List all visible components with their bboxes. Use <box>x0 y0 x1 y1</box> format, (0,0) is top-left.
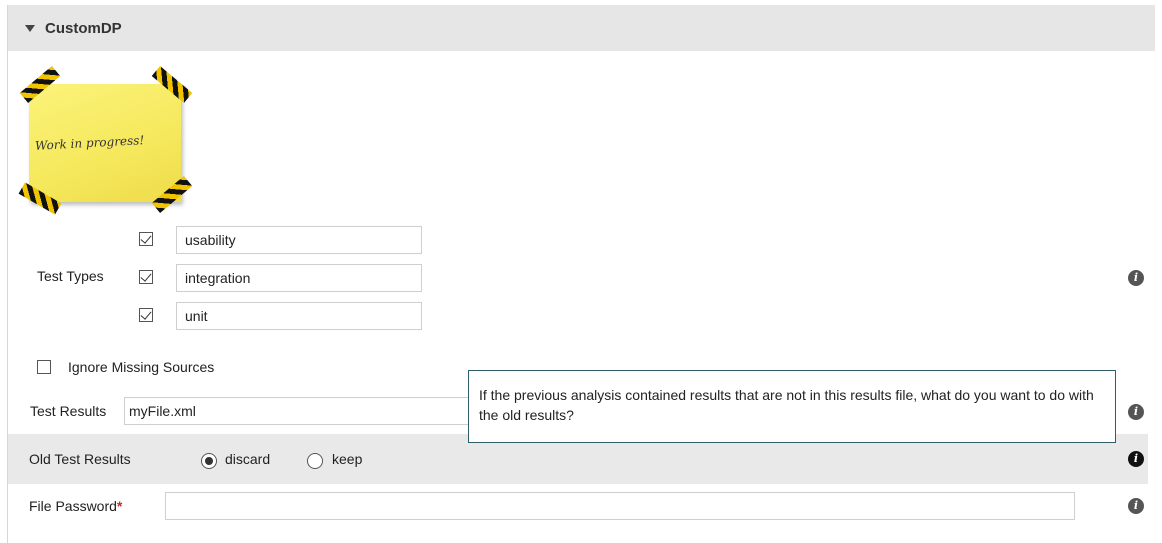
radio-keep-label: keep <box>332 451 363 467</box>
section-header[interactable]: CustomDP <box>8 5 1155 51</box>
radio-keep[interactable] <box>307 453 323 469</box>
info-icon-test-types[interactable]: i <box>1128 270 1144 286</box>
test-results-label: Test Results <box>30 403 107 419</box>
section-title: CustomDP <box>45 19 122 37</box>
radio-selected-dot <box>205 457 213 465</box>
radio-discard-label: discard <box>225 451 271 467</box>
required-marker: * <box>116 498 123 514</box>
test-type-input-usability[interactable]: usability <box>176 226 422 254</box>
old-test-results-label: Old Test Results <box>29 451 131 467</box>
work-in-progress-note: Work in progress! <box>18 66 193 215</box>
radio-discard[interactable] <box>201 453 217 469</box>
checkbox-usability[interactable] <box>139 232 153 246</box>
info-icon-file-password[interactable]: i <box>1128 498 1144 514</box>
test-type-input-integration[interactable]: integration <box>176 264 422 292</box>
checkbox-integration[interactable] <box>139 270 153 284</box>
check-icon <box>140 232 152 244</box>
checkbox-unit[interactable] <box>139 308 153 322</box>
check-icon <box>140 270 152 282</box>
checkbox-ignore-missing-sources[interactable] <box>37 360 51 374</box>
file-password-input[interactable] <box>165 492 1075 520</box>
info-icon-test-results[interactable]: i <box>1128 404 1144 420</box>
test-results-input[interactable]: myFile.xml <box>124 397 474 425</box>
file-password-label-text: File Password <box>29 498 117 514</box>
test-type-input-unit[interactable]: unit <box>176 302 422 330</box>
caret-down-icon[interactable] <box>25 24 35 32</box>
file-password-label: File Password* <box>29 498 122 514</box>
old-results-tooltip: If the previous analysis contained resul… <box>468 370 1116 443</box>
check-icon <box>140 308 152 320</box>
test-types-label: Test Types <box>37 268 104 284</box>
info-icon-old-test-results[interactable]: i <box>1128 451 1144 467</box>
ignore-missing-sources-label: Ignore Missing Sources <box>68 359 215 375</box>
